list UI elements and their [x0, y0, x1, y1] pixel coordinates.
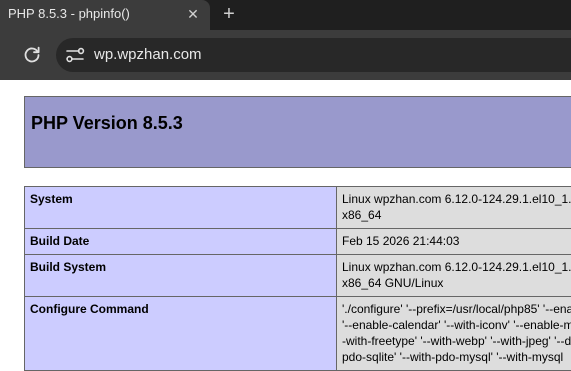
value-line: Linux wpzhan.com 6.12.0-124.29.1.el10_1.	[342, 259, 571, 275]
browser-toolbar: wp.wpzhan.com	[0, 30, 571, 80]
value-line: Linux wpzhan.com 6.12.0-124.29.1.el10_1.	[342, 191, 571, 207]
row-label: System	[25, 187, 337, 229]
page-title: PHP Version 8.5.3	[31, 113, 183, 134]
value-line: x86_64	[342, 207, 571, 223]
value-line: '--enable-calendar' '--with-iconv' '--en…	[342, 317, 571, 333]
row-value: Linux wpzhan.com 6.12.0-124.29.1.el10_1.…	[337, 255, 571, 297]
row-label: Configure Command	[25, 297, 337, 371]
php-version-header: PHP Version 8.5.3	[24, 96, 571, 168]
table-row: Build Date Feb 15 2026 21:44:03	[25, 229, 571, 255]
value-line: pdo-sqlite' '--with-pdo-mysql' '--with-m…	[342, 349, 571, 365]
table-row: System Linux wpzhan.com 6.12.0-124.29.1.…	[25, 187, 571, 229]
value-line: Feb 15 2026 21:44:03	[342, 233, 571, 249]
tab-strip: PHP 8.5.3 - phpinfo() ✕ +	[0, 0, 571, 30]
row-label: Build Date	[25, 229, 337, 255]
tab-phpinfo[interactable]: PHP 8.5.3 - phpinfo() ✕	[0, 0, 210, 30]
table-row: Configure Command './configure' '--prefi…	[25, 297, 571, 371]
close-icon[interactable]: ✕	[184, 4, 202, 24]
url-text[interactable]: wp.wpzhan.com	[94, 46, 202, 63]
address-bar[interactable]: wp.wpzhan.com	[56, 38, 571, 72]
row-value: Feb 15 2026 21:44:03	[337, 229, 571, 255]
table-row: Build System Linux wpzhan.com 6.12.0-124…	[25, 255, 571, 297]
value-line: './configure' '--prefix=/usr/local/php85…	[342, 301, 571, 317]
site-info-icon[interactable]	[64, 45, 86, 65]
tab-title: PHP 8.5.3 - phpinfo()	[8, 6, 130, 21]
row-value: Linux wpzhan.com 6.12.0-124.29.1.el10_1.…	[337, 187, 571, 229]
reload-icon[interactable]	[20, 43, 44, 67]
info-table: System Linux wpzhan.com 6.12.0-124.29.1.…	[24, 186, 571, 371]
row-label: Build System	[25, 255, 337, 297]
new-tab-button[interactable]: +	[218, 2, 240, 26]
value-line: -with-freetype' '--with-webp' '--with-jp…	[342, 333, 571, 349]
value-line: x86_64 GNU/Linux	[342, 275, 571, 291]
row-value: './configure' '--prefix=/usr/local/php85…	[337, 297, 571, 371]
